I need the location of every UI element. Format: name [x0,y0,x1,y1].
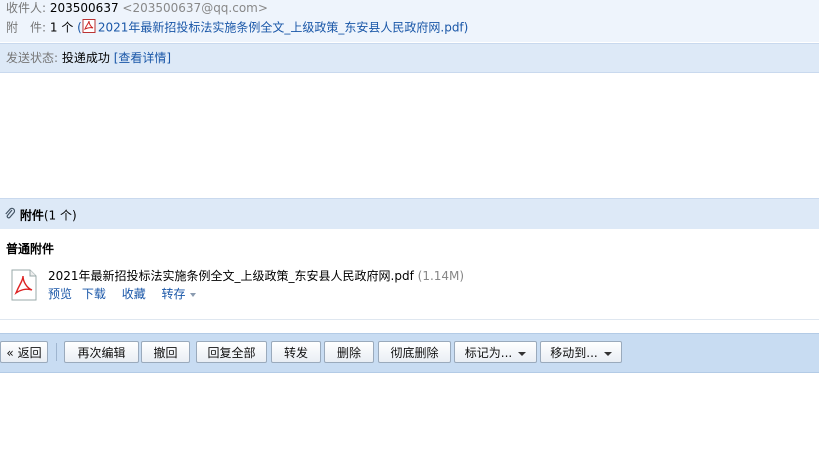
delete-button[interactable]: 删除 [324,341,374,363]
move-to-label: 移动到... [550,346,598,360]
status-label: 发送状态: [6,51,59,65]
recipient-row: 收件人: 203500637 <203500637@qq.com> [6,0,268,16]
send-status-bar: 发送状态: 投递成功 [查看详情] [0,43,819,73]
download-link[interactable]: 下载 [82,287,106,301]
paperclip-icon [4,207,16,225]
forward-button[interactable]: 转发 [271,341,321,363]
attachment-file-size: (1.14M) [417,269,465,283]
attachment-count: 1 个 [49,20,74,35]
recipient-label: 收件人: [6,1,47,15]
attachment-label: 附 件: [6,20,47,35]
chevron-down-icon [518,351,527,356]
divider [0,319,819,320]
attachment-actions: 预览 下载 收藏 转存 [48,286,196,302]
chevron-down-icon [189,292,196,297]
delete-permanently-button[interactable]: 彻底删除 [378,341,451,363]
favorite-link[interactable]: 收藏 [122,287,146,301]
attachment-link[interactable]: 2021年最新招投标法实施条例全文_上级政策_东安县人民政府网.pdf [98,21,464,35]
attachments-header: 附件(1 个) [0,198,819,229]
attachments-count: (1 个) [43,208,77,223]
mark-as-button[interactable]: 标记为... [454,341,537,363]
attachments-title: 附件 [19,208,44,223]
reply-all-button[interactable]: 回复全部 [196,341,267,363]
pdf-icon [82,19,96,37]
recall-button[interactable]: 撤回 [141,341,190,363]
normal-attachments-title: 普通附件 [6,242,55,256]
back-button[interactable]: « 返回 [0,341,48,363]
status-detail-link[interactable]: [查看详情] [114,51,171,65]
action-toolbar: « 返回 再次编辑 撤回 回复全部 转发 删除 彻底删除 标记为... 移动到.… [0,333,819,373]
save-to-link[interactable]: 转存 [162,287,196,301]
status-value: 投递成功 [61,51,110,65]
recipient-email[interactable]: <203500637@qq.com> [122,1,268,15]
save-to-label: 转存 [161,287,186,301]
recipient-name[interactable]: 203500637 [50,1,119,15]
mail-header: 收件人: 203500637 <203500637@qq.com> 附 件: 1… [0,0,819,42]
toolbar-separator [56,343,57,361]
move-to-button[interactable]: 移动到... [540,341,622,363]
edit-again-button[interactable]: 再次编辑 [64,341,139,363]
mark-as-label: 标记为... [464,346,513,360]
pdf-icon[interactable] [8,269,40,301]
attachment-item: 2021年最新招投标法实施条例全文_上级政策_东安县人民政府网.pdf (1.1… [48,268,464,284]
attachment-paren-close: ) [463,20,469,35]
attachment-file-name[interactable]: 2021年最新招投标法实施条例全文_上级政策_东安县人民政府网.pdf [48,269,414,283]
chevron-down-icon [603,351,612,356]
preview-link[interactable]: 预览 [48,287,72,301]
attachment-row: 附 件: 1 个 ( 2021年最新招投标法实施条例全文_上级政策_东安县人民政… [6,19,468,37]
